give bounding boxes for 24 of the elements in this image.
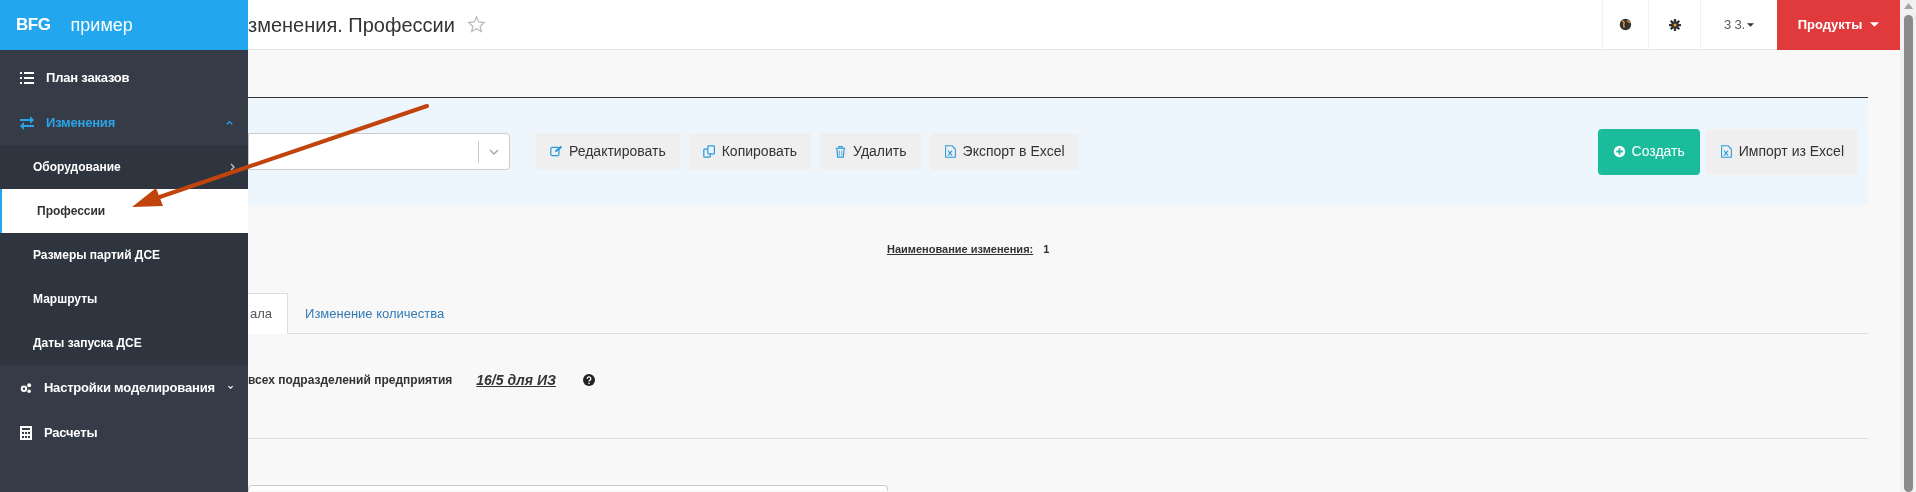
submenu-item[interactable]: Маршруты	[0, 277, 248, 321]
submenu-item[interactable]: Даты запуска ДСЕ	[0, 321, 248, 365]
delete-button[interactable]: Удалить	[820, 133, 921, 170]
import-button[interactable]: Импорт из Excel	[1705, 128, 1858, 175]
logo: BFG	[16, 14, 51, 37]
menu-item[interactable]: План заказов	[0, 55, 248, 100]
submenu-item[interactable]: Размеры партий ДСЕ	[0, 233, 248, 277]
field-label: Наименование изменения:	[887, 241, 1034, 257]
menu-item[interactable]: Расчеты	[0, 410, 248, 455]
export-button[interactable]: Экспорт в Excel	[929, 133, 1079, 170]
page-title: зменения. Профессии	[248, 12, 455, 38]
setting-link[interactable]: 16/5 для ИЗ	[476, 369, 556, 391]
field-value: 1	[1043, 241, 1050, 257]
menu-item[interactable]: Настройки моделирования	[0, 365, 248, 410]
edit-button[interactable]: Редактировать	[536, 133, 680, 170]
submenu-item[interactable]: Оборудование	[0, 145, 248, 189]
copy-button[interactable]: Копировать	[688, 133, 812, 170]
setting-label: всех подразделений предприятия	[248, 372, 453, 389]
tab[interactable]: ала	[248, 293, 289, 334]
menu-item[interactable]: Изменения	[0, 100, 248, 145]
tab[interactable]: Изменение количества	[290, 293, 460, 334]
brand-name: пример	[70, 13, 133, 37]
products-button[interactable]: Продукты	[1777, 0, 1900, 50]
submenu-item[interactable]: Профессии	[0, 189, 248, 233]
